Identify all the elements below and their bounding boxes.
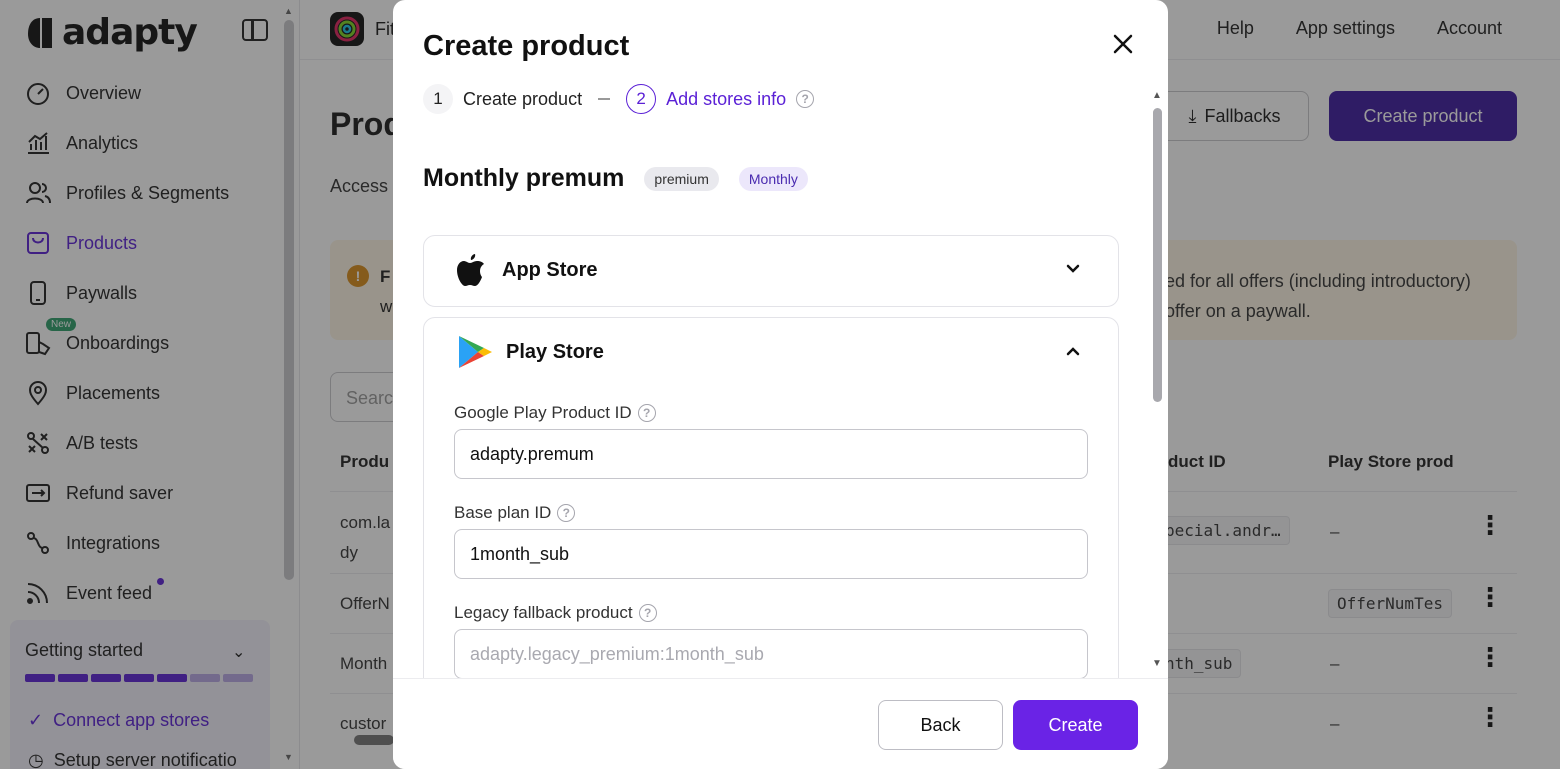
product-summary: Monthly premum premium Monthly <box>423 164 808 193</box>
step-1-label[interactable]: Create product <box>463 89 582 110</box>
chevron-down-icon[interactable] <box>1064 260 1082 278</box>
field-label-text: Legacy fallback product <box>454 603 633 622</box>
app-store-label: App Store <box>502 258 598 281</box>
scroll-up-arrow-icon[interactable]: ▲ <box>1152 90 1162 101</box>
app-store-header: App Store <box>456 252 598 288</box>
create-product-modal: Create product 1 Create product 2 Add st… <box>393 0 1168 769</box>
close-button[interactable] <box>1109 30 1137 60</box>
chevron-up-icon[interactable] <box>1064 342 1082 360</box>
modal-scrollbar[interactable]: ▲ ▼ <box>1150 90 1164 672</box>
close-icon <box>1113 34 1133 54</box>
help-icon[interactable]: ? <box>637 404 656 422</box>
period-tag: Monthly <box>738 166 808 191</box>
access-level-tag: premium <box>644 166 719 191</box>
modal-body: Monthly premum premium Monthly App Store <box>393 136 1153 678</box>
back-button[interactable]: Back <box>878 700 1003 750</box>
step-1-number[interactable]: 1 <box>423 84 453 114</box>
field-label-text: Base plan ID <box>454 503 552 522</box>
play-store-section: Play Store Google Play Product ID ? Base… <box>423 317 1119 678</box>
legacy-fallback-product-input[interactable] <box>454 629 1088 678</box>
legacy-fallback-product-label: Legacy fallback product ? <box>454 603 657 623</box>
step-2-number: 2 <box>626 84 657 114</box>
play-store-header[interactable]: Play Store <box>456 334 604 370</box>
help-icon[interactable]: ? <box>638 604 657 622</box>
modal-title: Create product <box>423 30 630 62</box>
stepper: 1 Create product 2 Add stores info ? <box>423 84 815 114</box>
app-store-section[interactable]: App Store <box>423 235 1119 307</box>
help-icon[interactable]: ? <box>796 90 815 108</box>
create-button[interactable]: Create <box>1013 700 1138 750</box>
step-2-label: Add stores info <box>666 88 787 109</box>
google-play-product-id-label: Google Play Product ID ? <box>454 403 656 423</box>
scroll-down-arrow-icon[interactable]: ▼ <box>1152 658 1162 669</box>
product-name: Monthly premum <box>423 164 625 192</box>
play-store-label: Play Store <box>506 340 604 363</box>
apple-icon <box>457 254 484 286</box>
google-play-icon <box>459 336 492 368</box>
step-separator <box>598 98 611 100</box>
google-play-product-id-input[interactable] <box>454 429 1088 479</box>
base-plan-id-label: Base plan ID ? <box>454 503 576 523</box>
help-icon[interactable]: ? <box>557 504 576 522</box>
field-label-text: Google Play Product ID <box>454 403 632 422</box>
modal-footer: Back Create <box>393 678 1168 769</box>
base-plan-id-input[interactable] <box>454 529 1088 579</box>
scrollbar-thumb[interactable] <box>1153 108 1162 402</box>
